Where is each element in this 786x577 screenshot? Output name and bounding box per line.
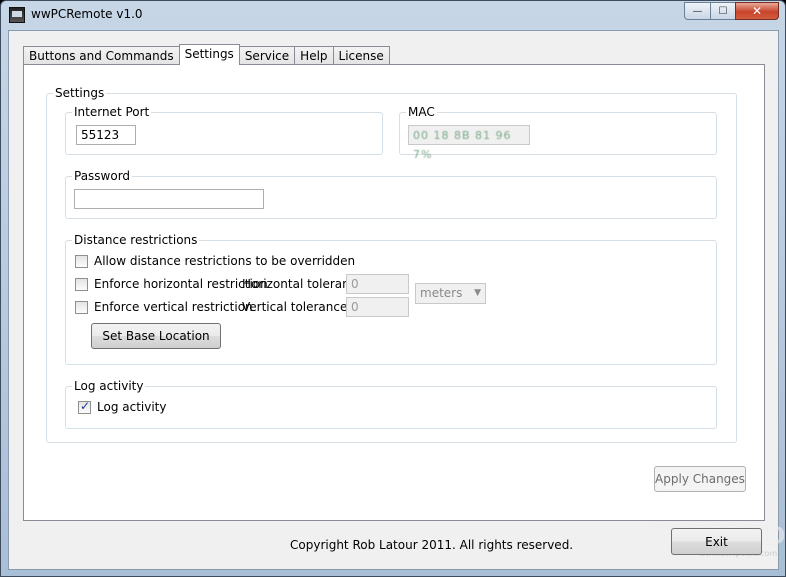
tab-service[interactable]: Service (238, 46, 296, 65)
maximize-icon: ☐ (718, 5, 728, 17)
settings-tab-page: Settings Internet Port 55123 MAC 00 18 8… (23, 64, 765, 521)
mac-value: 00 18 8B 81 96 7% (413, 129, 512, 161)
tab-settings[interactable]: Settings (178, 44, 240, 65)
tab-buttons-and-commands[interactable]: Buttons and Commands (23, 46, 180, 65)
close-button[interactable]: ✕ (735, 2, 779, 20)
log-activity-checkbox-label: Log activity (97, 400, 167, 414)
tab-help[interactable]: Help (294, 46, 334, 65)
log-activity-group: Log activity Log activity (65, 379, 717, 429)
caption-buttons: — ☐ ✕ (684, 2, 779, 21)
enforce-horizontal-row[interactable]: Enforce horizontal restriction (75, 277, 268, 291)
password-input[interactable] (74, 189, 264, 209)
client-area: Buttons and Commands Settings Service He… (8, 30, 786, 570)
internet-port-label: Internet Port (72, 105, 152, 119)
apply-changes-button[interactable]: Apply Changes (654, 466, 746, 492)
settings-group-label: Settings (53, 86, 107, 100)
title-bar[interactable]: wwPCRemote v1.0 — ☐ ✕ (1, 1, 785, 29)
password-group: Password (65, 169, 717, 219)
close-icon: ✕ (751, 4, 763, 18)
allow-override-label: Allow distance restrictions to be overri… (94, 254, 356, 268)
chevron-down-icon: ▼ (474, 288, 481, 298)
window-title: wwPCRemote v1.0 (31, 7, 143, 21)
internet-port-group: Internet Port 55123 (65, 105, 383, 155)
minimize-button[interactable]: — (684, 2, 710, 20)
enforce-vertical-row[interactable]: Enforce vertical restriction (75, 300, 253, 314)
unit-select-value: meters (420, 286, 463, 300)
vertical-tolerance-label: Vertical tolerance: (242, 300, 352, 314)
log-activity-checkbox[interactable] (78, 399, 91, 414)
minimize-icon: — (692, 5, 703, 17)
internet-port-input[interactable]: 55123 (76, 125, 136, 145)
maximize-button[interactable]: ☐ (710, 2, 735, 20)
vertical-tolerance-input[interactable]: 0 (346, 297, 409, 317)
exit-button[interactable]: Exit (671, 528, 762, 555)
app-window: wwPCRemote v1.0 — ☐ ✕ Buttons and Comman… (0, 0, 786, 577)
horizontal-tolerance-input[interactable]: 0 (346, 274, 409, 294)
allow-override-row[interactable]: Allow distance restrictions to be overri… (75, 254, 355, 268)
tab-strip: Buttons and Commands Settings Service He… (23, 44, 390, 65)
set-base-location-button[interactable]: Set Base Location (91, 323, 221, 349)
mac-label: MAC (406, 105, 437, 119)
log-activity-row[interactable]: Log activity (78, 399, 167, 414)
enforce-horizontal-checkbox[interactable] (75, 277, 88, 291)
enforce-vertical-label: Enforce vertical restriction (94, 300, 253, 314)
enforce-vertical-checkbox[interactable] (75, 300, 88, 314)
mac-field: 00 18 8B 81 96 7% (408, 125, 530, 161)
distance-restrictions-label: Distance restrictions (72, 233, 200, 247)
app-icon (9, 7, 25, 23)
mac-group: MAC 00 18 8B 81 96 7% (399, 105, 717, 161)
log-activity-group-label: Log activity (72, 379, 146, 393)
distance-restrictions-group: Distance restrictions Allow distance res… (65, 233, 717, 365)
password-label: Password (72, 169, 133, 183)
tab-license[interactable]: License (332, 46, 390, 65)
allow-override-checkbox[interactable] (75, 254, 88, 268)
unit-select[interactable]: meters ▼ (415, 283, 486, 304)
settings-group: Settings Internet Port 55123 MAC 00 18 8… (46, 86, 737, 443)
copyright-text: Copyright Rob Latour 2011. All rights re… (290, 538, 574, 552)
